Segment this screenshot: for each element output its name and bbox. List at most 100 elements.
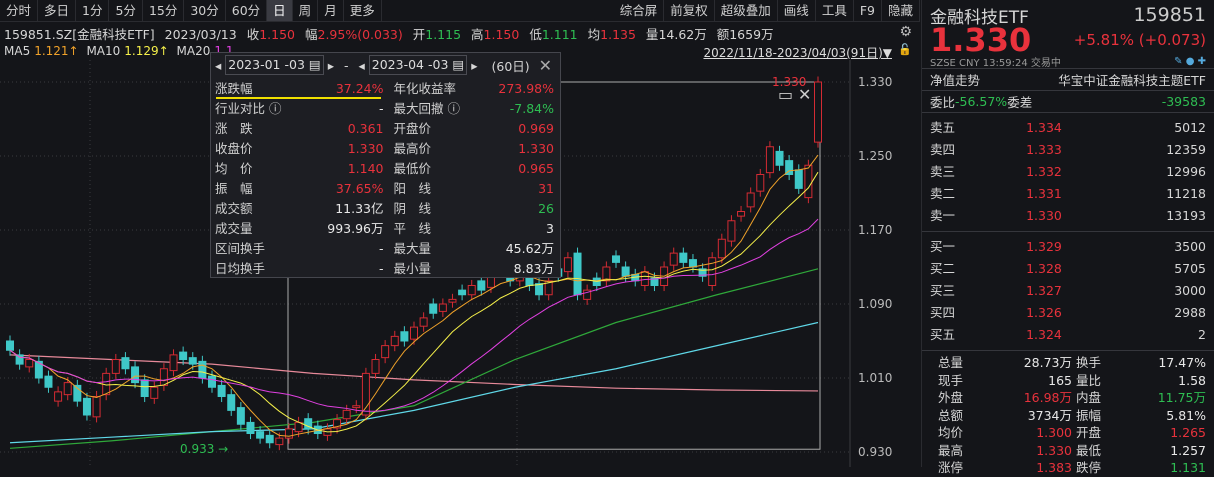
quote-panel: 金融科技ETF 159851 1.330 +5.81% (+0.073) SZS… <box>921 0 1214 475</box>
tab-8[interactable]: 周 <box>293 0 319 21</box>
tab-3[interactable]: 5分 <box>109 0 143 21</box>
bid-row[interactable]: 买二 1.328 5705 <box>922 258 1214 280</box>
stat-value: 37.65% <box>335 181 384 196</box>
next-end-arrow[interactable]: ▸ <box>471 58 477 73</box>
tab-6[interactable]: 60分 <box>226 0 268 21</box>
kline-panel: 分时 多日 1分 5分 15分 30分 60分日周月更多 综合屏 前复权 超级叠加 画线 工具 F9 隐藏… <box>0 0 920 467</box>
start-date-field[interactable]: 2023-01 -03 ▤ <box>225 55 324 75</box>
level-price: 1.328 <box>1026 261 1062 276</box>
candle <box>717 238 726 259</box>
stat-label: 涨跌幅 <box>215 81 253 96</box>
tab-1[interactable]: 多日 <box>38 0 77 21</box>
toolbar-tab-0[interactable]: 综合屏 <box>614 0 665 21</box>
period-tabs: 分时 多日 1分 5分 15分 30分 60分日周月更多 综合屏 前复权 超级叠加 画线 工具 F9 隐藏 <box>0 0 920 22</box>
prev-start-arrow[interactable]: ◂ <box>215 58 221 73</box>
candle <box>381 345 390 359</box>
maximize-icon[interactable]: ▭ <box>778 85 793 104</box>
candle <box>612 255 620 263</box>
stat-value: 31 <box>538 181 554 196</box>
change-value: 2.95%(0.033) <box>317 27 403 42</box>
toolbar-tab-5[interactable]: F9 <box>854 0 882 21</box>
stat-value: 993.96万 <box>327 221 384 236</box>
calendar-icon[interactable]: ▤ <box>309 57 321 72</box>
level-price: 1.329 <box>1026 239 1062 254</box>
close-icon[interactable]: ✕ <box>539 56 552 75</box>
toolbar-tab-1[interactable]: 前复权 <box>664 0 715 21</box>
open-value: 1.115 <box>425 27 462 42</box>
wc-label: 委差 <box>1007 95 1033 110</box>
tab-9[interactable]: 月 <box>318 0 344 21</box>
candle <box>727 220 736 242</box>
stat-cell: 涨 跌 0.361 <box>215 119 386 139</box>
toolbar-tab-6[interactable]: 隐藏 <box>882 0 920 21</box>
level-label: 买二 <box>930 261 956 276</box>
ask-row[interactable]: 卖一 1.330 13193 <box>922 205 1214 227</box>
stat-value: 1.265 <box>1170 425 1206 440</box>
ask-row[interactable]: 卖四 1.333 12359 <box>922 139 1214 161</box>
stat-label: 开盘 <box>1076 425 1102 440</box>
stat-label: 均价 <box>938 425 964 440</box>
candle <box>208 375 216 388</box>
stat-cell: 振 幅 37.65% <box>215 179 386 199</box>
candle <box>371 359 380 374</box>
tab-0[interactable]: 分时 <box>0 0 39 21</box>
lock-icon[interactable]: 🔓 <box>898 43 912 56</box>
level-price: 1.326 <box>1026 305 1062 320</box>
candle <box>400 331 409 342</box>
toolbar-tab-2[interactable]: 超级叠加 <box>715 0 778 21</box>
ask-row[interactable]: 卖三 1.332 12996 <box>922 161 1214 183</box>
end-date-field[interactable]: 2023-04 -03 ▤ <box>368 55 468 75</box>
stat-label: 日均换手 <box>215 261 266 276</box>
bid-row[interactable]: 买五 1.324 2 <box>922 324 1214 346</box>
candle <box>573 252 582 296</box>
stat-value: 37.24% <box>335 81 384 96</box>
vol-label: 量 <box>645 27 659 42</box>
change-field: 幅2.95%(0.033) <box>305 27 403 42</box>
stat-value: 17.47% <box>1158 355 1206 370</box>
toolbar-tab-4[interactable]: 工具 <box>816 0 854 21</box>
ask-row[interactable]: 卖五 1.334 5012 <box>922 117 1214 139</box>
calendar-icon[interactable]: ▤ <box>452 57 464 72</box>
bid-row[interactable]: 买四 1.326 2988 <box>922 302 1214 324</box>
next-start-arrow[interactable]: ▸ <box>328 58 334 73</box>
stat-value: 16.98万 <box>1023 390 1072 405</box>
market-meta: SZSE CNY 13:59:24 交易中 <box>930 57 1061 69</box>
tab-7[interactable]: 日 <box>267 0 293 21</box>
bid-row[interactable]: 买三 1.327 3000 <box>922 280 1214 302</box>
candle <box>563 257 572 273</box>
level-label: 买四 <box>930 305 956 320</box>
bid-row[interactable]: 买一 1.329 3500 <box>922 236 1214 258</box>
level-label: 卖五 <box>930 120 956 135</box>
ask-row[interactable]: 卖二 1.331 11218 <box>922 183 1214 205</box>
stat-value: 0.969 <box>518 121 554 136</box>
low-field: 低1.111 <box>529 27 577 42</box>
close-selection-icon[interactable]: ✕ <box>798 85 811 104</box>
candle <box>217 384 226 397</box>
tab-2[interactable]: 1分 <box>76 0 110 21</box>
ma10-value: 1.129↑ <box>124 44 169 58</box>
ma5-label: MA5 <box>4 44 31 58</box>
stat-label: 总量 <box>938 355 964 370</box>
level-label: 买五 <box>930 327 956 342</box>
stat-value: - <box>378 101 384 116</box>
price-change: +5.81% (+0.073) <box>1073 31 1206 49</box>
tab-4[interactable]: 15分 <box>143 0 185 21</box>
gear-icon[interactable]: ⚙ <box>899 24 912 40</box>
candle <box>111 359 120 374</box>
candle <box>458 289 467 296</box>
low-value: 1.111 <box>541 27 578 42</box>
tab-10[interactable]: 更多 <box>344 0 382 21</box>
toolbar-icons[interactable]: ✎ ● ✚ <box>1174 56 1206 67</box>
tab-5[interactable]: 30分 <box>184 0 226 21</box>
high-value: 1.150 <box>483 27 520 42</box>
stat-value: 3 <box>546 221 554 236</box>
candle <box>814 81 822 143</box>
toolbar-tab-3[interactable]: 画线 <box>778 0 816 21</box>
candle <box>467 285 476 296</box>
candle <box>535 283 544 296</box>
level-price: 1.332 <box>1026 164 1062 179</box>
candle <box>54 391 63 402</box>
prev-end-arrow[interactable]: ◂ <box>359 58 365 73</box>
nav-trend-link[interactable]: 净值走势 <box>930 70 980 89</box>
date-range-selector[interactable]: 2022/11/18-2023/04/03(91日)▼ <box>703 44 892 61</box>
